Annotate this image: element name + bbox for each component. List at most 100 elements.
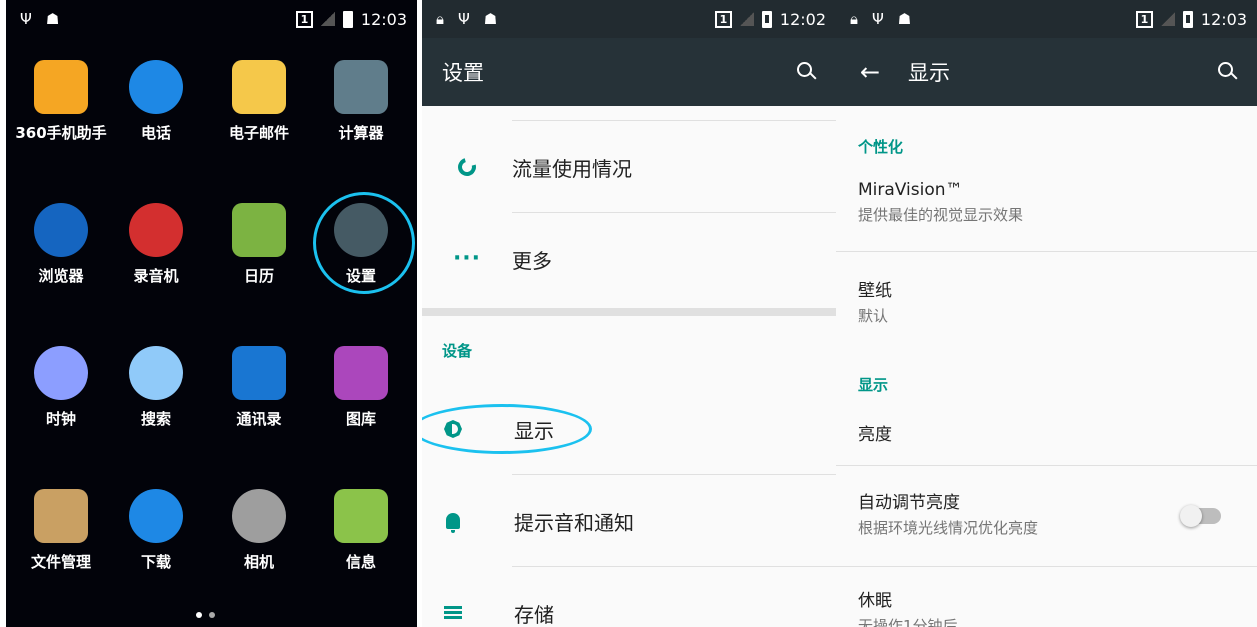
microphone-icon: [129, 203, 183, 257]
gallery-icon: [334, 346, 388, 400]
app-phone[interactable]: 电话: [106, 60, 206, 143]
lock-icon: 🔒︎: [850, 10, 858, 28]
browser-globe-icon: [34, 203, 88, 257]
more-icon: ···: [452, 246, 482, 271]
item-title: 壁纸: [858, 281, 892, 301]
app-label: 电子邮件: [228, 124, 289, 142]
android-debug-icon: ☗: [897, 10, 912, 28]
settings-item-more[interactable]: ··· 更多: [422, 224, 836, 294]
app-label: 图库: [345, 410, 376, 428]
item-title: MiraVision™: [858, 180, 963, 200]
settings-item-wallpaper[interactable]: 壁纸 默认: [858, 276, 1257, 326]
status-time: 12:03: [1200, 9, 1247, 29]
search-magnifier-icon: [129, 346, 183, 400]
item-subtitle: 默认: [858, 307, 889, 325]
item-subtitle: 提供最佳的视觉显示效果: [858, 206, 1024, 224]
app-clock[interactable]: 时钟: [11, 346, 111, 429]
messaging-icon: [334, 489, 388, 543]
display-settings-screen: 🔒︎ Ψ ☗ 1 12:03 ← 显示 个性化 MiraVision™ 提供最佳…: [836, 0, 1257, 627]
settings-item-data-usage[interactable]: 流量使用情况: [422, 132, 836, 202]
app-label: 电话: [140, 124, 171, 142]
divider: [512, 212, 836, 213]
usb-icon: Ψ: [457, 10, 470, 28]
settings-item-sleep[interactable]: 休眠 无操作1分钟后: [858, 586, 1257, 627]
settings-screen: 🔒︎ Ψ ☗ 1 12:02 设置 流量使用情况 ··· 更多 设备 显示 提示…: [422, 0, 836, 627]
divider: [512, 120, 836, 121]
divider: [512, 474, 836, 475]
page-title: 设置: [442, 61, 484, 85]
settings-item-label: 流量使用情况: [512, 156, 632, 181]
sim-icon: 1: [295, 10, 313, 28]
app-label: 下载: [140, 553, 171, 571]
battery-charging-icon: [1182, 10, 1193, 28]
phone-icon: [129, 60, 183, 114]
app-bar: 设置: [422, 38, 836, 106]
app-messaging[interactable]: 信息: [311, 489, 411, 572]
item-title: 休眠: [858, 591, 892, 611]
settings-item-label: 提示音和通知: [514, 510, 634, 535]
app-store-360-icon: [34, 60, 88, 114]
signal-icon: [320, 12, 335, 26]
divider: [512, 566, 836, 567]
auto-brightness-toggle[interactable]: [1180, 505, 1221, 527]
page-indicator: [196, 612, 215, 618]
app-label: 360手机助手: [15, 124, 107, 142]
app-label: 文件管理: [30, 553, 91, 571]
app-label: 时钟: [45, 410, 76, 428]
app-label: 相机: [243, 553, 274, 571]
settings-item-notifications[interactable]: 提示音和通知: [422, 486, 836, 556]
battery-charging-icon: [761, 10, 772, 28]
app-label: 搜索: [140, 410, 171, 428]
section-header-device: 设备: [442, 342, 473, 360]
settings-item-storage[interactable]: 存储: [422, 578, 836, 627]
item-title: 亮度: [858, 425, 892, 445]
status-bar: 🔒︎ Ψ ☗ 1 12:03: [836, 0, 1257, 38]
status-bar: Ψ ☗ 1 12:03: [6, 0, 417, 38]
data-usage-icon: [454, 154, 480, 180]
divider: [836, 566, 1257, 567]
app-label: 计算器: [338, 124, 384, 142]
settings-item-label: 存储: [514, 602, 554, 627]
search-icon[interactable]: [796, 61, 818, 83]
app-camera[interactable]: 相机: [209, 489, 309, 572]
app-app-store-360[interactable]: 360手机助手: [11, 60, 111, 143]
contacts-icon: [232, 346, 286, 400]
settings-item-label: 更多: [512, 248, 552, 273]
launcher-screen: Ψ ☗ 1 12:03 360手机助手 电话 电子邮件 计算器 浏览器 录音机 日历 设置 时钟…: [6, 0, 417, 627]
back-arrow-icon[interactable]: ←: [836, 58, 896, 86]
app-browser-globe[interactable]: 浏览器: [11, 203, 111, 286]
app-label: 浏览器: [38, 267, 84, 285]
android-debug-icon: ☗: [483, 10, 498, 28]
lock-icon: 🔒︎: [436, 10, 444, 28]
app-contacts[interactable]: 通讯录: [209, 346, 309, 429]
app-calculator[interactable]: 计算器: [311, 60, 411, 143]
app-microphone[interactable]: 录音机: [106, 203, 206, 286]
app-calendar[interactable]: 日历: [209, 203, 309, 286]
android-debug-icon: ☗: [45, 10, 60, 28]
app-email[interactable]: 电子邮件: [209, 60, 309, 143]
divider: [836, 465, 1257, 466]
file-manager-icon: [34, 489, 88, 543]
usb-icon: Ψ: [871, 10, 884, 28]
page-dot: [209, 612, 215, 618]
camera-icon: [232, 489, 286, 543]
section-header-personalization: 个性化: [858, 138, 904, 156]
app-bar: ← 显示: [836, 38, 1257, 106]
app-download[interactable]: 下载: [106, 489, 206, 572]
divider: [836, 251, 1257, 252]
notification-bell-icon: [446, 513, 460, 533]
usb-icon: Ψ: [20, 10, 32, 28]
app-search-magnifier[interactable]: 搜索: [106, 346, 206, 429]
status-bar: 🔒︎ Ψ ☗ 1 12:02: [422, 0, 836, 38]
sim-icon: 1: [714, 10, 732, 28]
app-label: 录音机: [133, 267, 179, 285]
page-dot: [196, 612, 202, 618]
app-gallery[interactable]: 图库: [311, 346, 411, 429]
calculator-icon: [334, 60, 388, 114]
app-file-manager[interactable]: 文件管理: [11, 489, 111, 572]
status-time: 12:02: [779, 9, 826, 29]
search-icon[interactable]: [1217, 61, 1239, 83]
signal-icon: [739, 12, 754, 26]
settings-item-miravision[interactable]: MiraVision™ 提供最佳的视觉显示效果: [858, 180, 1257, 225]
settings-item-brightness[interactable]: 亮度: [858, 420, 1257, 445]
